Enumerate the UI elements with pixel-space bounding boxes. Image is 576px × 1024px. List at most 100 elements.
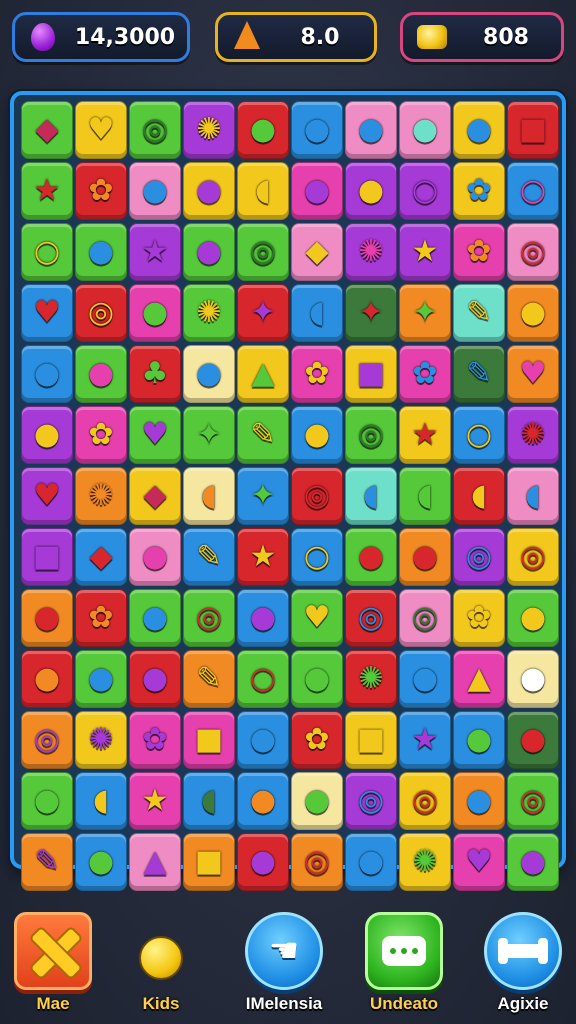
board-tile[interactable]: ● bbox=[399, 101, 451, 159]
board-tile[interactable]: ◖ bbox=[75, 772, 127, 830]
board-tile[interactable]: ✺ bbox=[183, 284, 235, 342]
board-tile[interactable]: ● bbox=[237, 589, 289, 647]
gems-counter[interactable]: 14,3000 bbox=[12, 12, 190, 62]
melensia-button[interactable]: ☚ IMelensia bbox=[234, 912, 334, 1022]
board-tile[interactable]: ◎ bbox=[345, 406, 397, 464]
kids-button[interactable]: Kids bbox=[116, 912, 206, 1022]
board-tile[interactable]: ● bbox=[399, 650, 451, 708]
board-tile[interactable]: ★ bbox=[129, 772, 181, 830]
board-tile[interactable]: ◎ bbox=[345, 772, 397, 830]
board-tile[interactable]: ◆ bbox=[291, 223, 343, 281]
board-tile[interactable]: ✿ bbox=[291, 345, 343, 403]
board-tile[interactable]: ● bbox=[507, 833, 559, 891]
board-tile[interactable]: ● bbox=[453, 711, 505, 769]
board-tile[interactable]: ● bbox=[507, 711, 559, 769]
board-tile[interactable]: ✺ bbox=[345, 223, 397, 281]
board-tile[interactable]: ● bbox=[21, 406, 73, 464]
board-tile[interactable]: ● bbox=[291, 101, 343, 159]
board-tile[interactable]: ● bbox=[507, 589, 559, 647]
agixie-button[interactable]: Agixie bbox=[478, 912, 568, 1022]
board-tile[interactable]: ✿ bbox=[291, 711, 343, 769]
board-tile[interactable]: ● bbox=[507, 284, 559, 342]
board-tile[interactable]: ✺ bbox=[75, 467, 127, 525]
board-tile[interactable]: ● bbox=[21, 345, 73, 403]
board-tile[interactable]: ● bbox=[75, 833, 127, 891]
board-tile[interactable]: ◖ bbox=[507, 467, 559, 525]
board-tile[interactable]: ● bbox=[237, 833, 289, 891]
board-tile[interactable]: ■ bbox=[345, 345, 397, 403]
board-tile[interactable]: ● bbox=[129, 589, 181, 647]
board-tile[interactable]: ● bbox=[75, 345, 127, 403]
board-tile[interactable]: ● bbox=[237, 772, 289, 830]
board-tile[interactable]: ● bbox=[129, 528, 181, 586]
board-tile[interactable]: ▲ bbox=[129, 833, 181, 891]
board-tile[interactable]: ✎ bbox=[183, 650, 235, 708]
board-tile[interactable]: ♣ bbox=[129, 345, 181, 403]
board-tile[interactable]: ✿ bbox=[399, 345, 451, 403]
board-tile[interactable]: ● bbox=[453, 101, 505, 159]
board-tile[interactable]: ● bbox=[237, 711, 289, 769]
board-tile[interactable]: ✎ bbox=[453, 345, 505, 403]
board-tile[interactable]: ◎ bbox=[507, 223, 559, 281]
board-tile[interactable]: ◖ bbox=[237, 162, 289, 220]
board-tile[interactable]: ✦ bbox=[183, 406, 235, 464]
board-tile[interactable]: ✎ bbox=[453, 284, 505, 342]
mae-button[interactable]: Mae bbox=[8, 912, 98, 1022]
board-tile[interactable]: ✿ bbox=[75, 162, 127, 220]
board-tile[interactable]: ● bbox=[237, 101, 289, 159]
board-tile[interactable]: ● bbox=[21, 772, 73, 830]
board-tile[interactable]: ♥ bbox=[75, 101, 127, 159]
board-tile[interactable]: ◎ bbox=[453, 528, 505, 586]
board-tile[interactable]: ✿ bbox=[75, 406, 127, 464]
board-tile[interactable]: ● bbox=[129, 284, 181, 342]
board-tile[interactable]: ● bbox=[129, 162, 181, 220]
board-tile[interactable]: ◖ bbox=[453, 467, 505, 525]
board-tile[interactable]: ✿ bbox=[75, 589, 127, 647]
board-tile[interactable]: ● bbox=[183, 162, 235, 220]
board-tile[interactable]: ◎ bbox=[183, 589, 235, 647]
board-tile[interactable]: ● bbox=[183, 223, 235, 281]
board-tile[interactable]: ○ bbox=[453, 406, 505, 464]
coins-counter[interactable]: 808 bbox=[400, 12, 564, 62]
board-tile[interactable]: ● bbox=[129, 650, 181, 708]
board-tile[interactable]: ✎ bbox=[183, 528, 235, 586]
board-tile[interactable]: ◎ bbox=[399, 772, 451, 830]
board-tile[interactable]: ● bbox=[75, 650, 127, 708]
board-tile[interactable]: ● bbox=[399, 528, 451, 586]
undo-button[interactable]: Undeato bbox=[356, 912, 452, 1022]
board-tile[interactable]: ✎ bbox=[21, 833, 73, 891]
board-tile[interactable]: ● bbox=[507, 650, 559, 708]
board-tile[interactable]: ♥ bbox=[21, 467, 73, 525]
board-tile[interactable]: ✦ bbox=[399, 284, 451, 342]
board-tile[interactable]: ◆ bbox=[129, 467, 181, 525]
board-tile[interactable]: ● bbox=[75, 223, 127, 281]
board-tile[interactable]: ✿ bbox=[453, 223, 505, 281]
board-tile[interactable]: ◎ bbox=[75, 284, 127, 342]
board-tile[interactable]: ● bbox=[291, 162, 343, 220]
board-tile[interactable]: ◖ bbox=[183, 772, 235, 830]
board-tile[interactable]: ○ bbox=[291, 528, 343, 586]
board-tile[interactable]: ● bbox=[21, 589, 73, 647]
board-tile[interactable]: ● bbox=[453, 772, 505, 830]
board-tile[interactable]: ★ bbox=[399, 406, 451, 464]
board-tile[interactable]: ✺ bbox=[75, 711, 127, 769]
board-tile[interactable]: ○ bbox=[399, 162, 451, 220]
board-tile[interactable]: ★ bbox=[21, 162, 73, 220]
board-tile[interactable]: ◆ bbox=[21, 101, 73, 159]
board-tile[interactable]: ● bbox=[291, 406, 343, 464]
board-tile[interactable]: ◖ bbox=[345, 467, 397, 525]
board-tile[interactable]: ♥ bbox=[291, 589, 343, 647]
board-tile[interactable]: ★ bbox=[399, 711, 451, 769]
board-tile[interactable]: ■ bbox=[345, 711, 397, 769]
board-tile[interactable]: ○ bbox=[507, 162, 559, 220]
board-tile[interactable]: ✿ bbox=[453, 162, 505, 220]
board-tile[interactable]: ◎ bbox=[291, 833, 343, 891]
board-tile[interactable]: ★ bbox=[129, 223, 181, 281]
board-tile[interactable]: ✺ bbox=[183, 101, 235, 159]
board-tile[interactable]: ● bbox=[345, 101, 397, 159]
board-tile[interactable]: ◎ bbox=[291, 467, 343, 525]
board-tile[interactable]: ★ bbox=[237, 528, 289, 586]
board-tile[interactable]: ◎ bbox=[399, 589, 451, 647]
board-tile[interactable]: ○ bbox=[21, 223, 73, 281]
board-tile[interactable]: ◖ bbox=[399, 467, 451, 525]
